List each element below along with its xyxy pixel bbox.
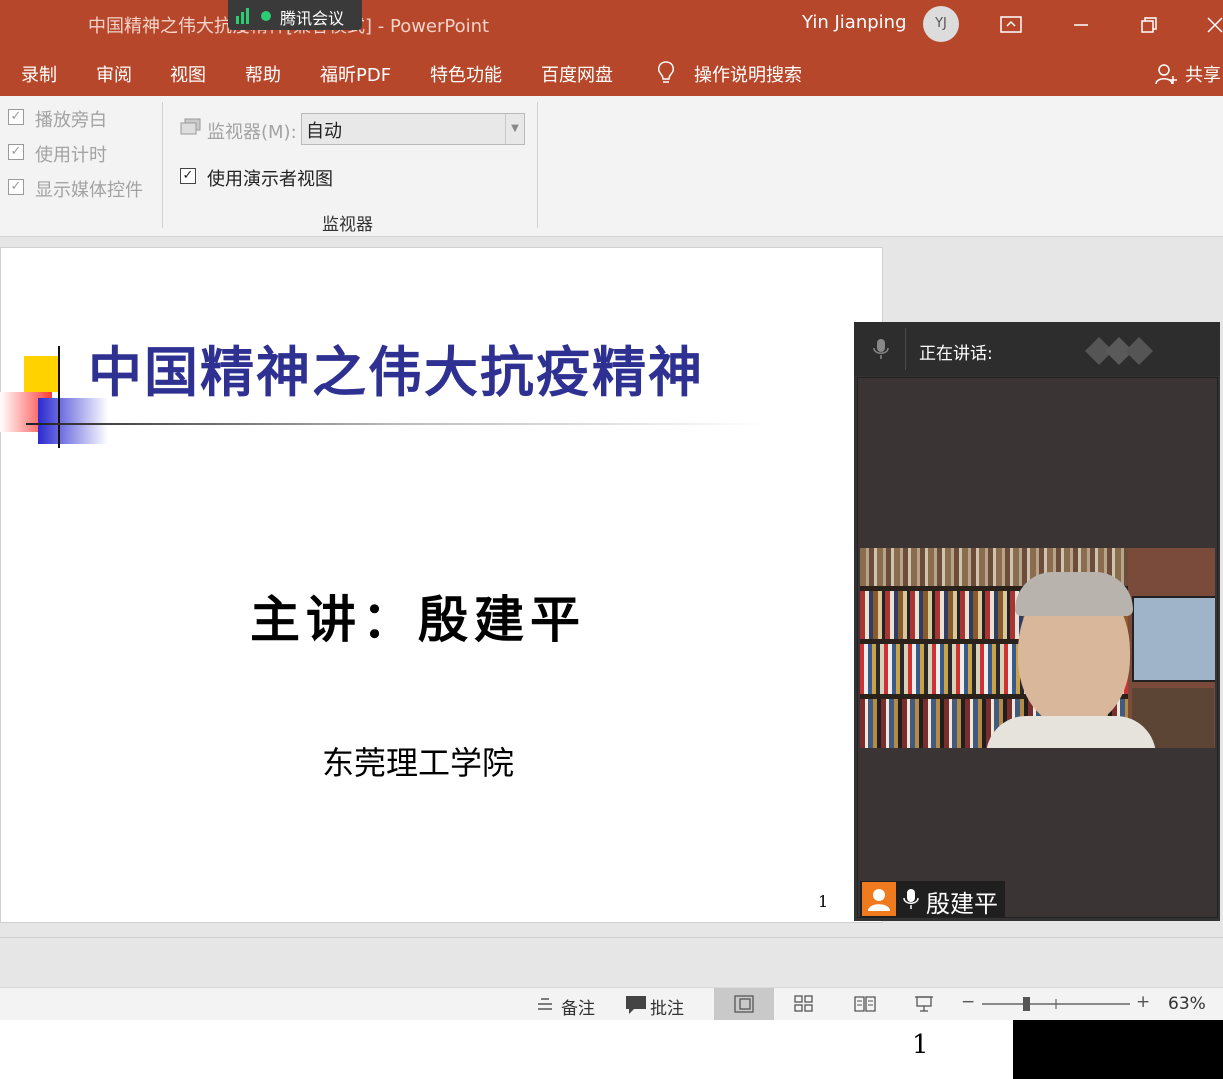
monitor-label: 监视器(M): <box>207 122 297 143</box>
participant-avatar-icon <box>862 882 896 916</box>
ribbon-separator <box>537 102 538 228</box>
avatar[interactable]: YJ <box>923 6 959 42</box>
zoom-slider-thumb[interactable] <box>1023 997 1030 1011</box>
normal-view-icon <box>734 995 754 1013</box>
monitor-select-value: 自动 <box>306 121 342 142</box>
zoom-slider[interactable] <box>982 993 1132 1019</box>
slide-page-number: 1 <box>818 892 829 911</box>
comments-button[interactable]: 批注 <box>650 994 684 1019</box>
presenter-view-label: 使用演示者视图 <box>207 169 333 190</box>
share-button[interactable]: 共享 <box>1185 61 1221 87</box>
ribbon-group-label: 监视器 <box>322 215 373 235</box>
participant-video <box>860 548 1215 748</box>
video-panel-header <box>854 322 1220 376</box>
presenter-view-checkbox[interactable]: ✓ <box>180 168 196 184</box>
bottom-area <box>0 1020 1013 1079</box>
notes-pane[interactable] <box>0 937 1223 988</box>
menu-baidu-netdisk[interactable]: 百度网盘 <box>541 61 613 87</box>
media-controls-checkbox[interactable]: ✓ <box>8 179 24 195</box>
slide-institution: 东莞理工学院 <box>322 744 515 782</box>
signal-icon <box>236 8 271 24</box>
meeting-app-label: 腾讯会议 <box>280 9 345 28</box>
notes-button[interactable]: 备注 <box>561 994 595 1019</box>
ribbon-display-options-icon[interactable] <box>996 10 1026 40</box>
ribbon-separator <box>162 102 163 228</box>
slide-decoration-vline <box>58 346 60 448</box>
timings-label: 使用计时 <box>35 145 107 166</box>
narration-label: 播放旁白 <box>35 110 107 131</box>
share-user-icon[interactable] <box>1154 62 1178 90</box>
slide-title: 中国精神之伟大抗疫精神 <box>88 340 704 404</box>
chevron-down-icon: ▼ <box>505 114 524 144</box>
close-icon[interactable] <box>1200 10 1223 40</box>
menu-foxit-pdf[interactable]: 福昕PDF <box>320 61 391 87</box>
tell-me-search[interactable]: 操作说明搜索 <box>694 61 802 87</box>
participant-name: 殷建平 <box>926 890 998 918</box>
monitor-select[interactable]: 自动 ▼ <box>301 113 525 145</box>
speaking-label: 正在讲话: <box>919 344 993 364</box>
normal-view-button[interactable] <box>714 988 774 1020</box>
monitor-icon <box>180 118 202 142</box>
narration-checkbox[interactable]: ✓ <box>8 109 24 125</box>
bottom-page-number: 1 <box>912 1030 929 1060</box>
menu-record[interactable]: 录制 <box>21 61 57 87</box>
minimize-icon[interactable] <box>1066 10 1096 40</box>
slide-sorter-icon[interactable] <box>794 995 814 1017</box>
media-controls-label: 显示媒体控件 <box>35 180 143 201</box>
microphone-icon[interactable] <box>872 337 890 365</box>
user-name[interactable]: Yin Jianping <box>802 12 907 33</box>
comments-icon[interactable] <box>625 995 647 1019</box>
reading-view-icon[interactable] <box>854 995 876 1017</box>
slide-decoration-hline <box>26 423 766 425</box>
speaker-name-masked <box>1085 334 1157 372</box>
zoom-out-button[interactable]: − <box>961 992 975 1012</box>
zoom-level[interactable]: 63% <box>1168 994 1206 1014</box>
lightbulb-icon <box>655 60 677 90</box>
microphone-icon <box>902 888 920 916</box>
menu-review[interactable]: 审阅 <box>96 61 132 87</box>
slide-speaker: 主讲：殷建平 <box>250 590 586 649</box>
notes-icon[interactable] <box>536 995 554 1017</box>
slideshow-icon[interactable] <box>914 995 934 1017</box>
timings-checkbox[interactable]: ✓ <box>8 144 24 160</box>
restore-icon[interactable] <box>1134 10 1164 40</box>
zoom-in-button[interactable]: + <box>1136 992 1150 1012</box>
menu-help[interactable]: 帮助 <box>245 61 281 87</box>
slide-decoration-yellow <box>24 356 58 392</box>
menu-view[interactable]: 视图 <box>170 61 206 87</box>
bottom-black-block <box>1013 1020 1223 1079</box>
menu-features[interactable]: 特色功能 <box>430 61 502 87</box>
video-header-divider <box>905 328 906 370</box>
